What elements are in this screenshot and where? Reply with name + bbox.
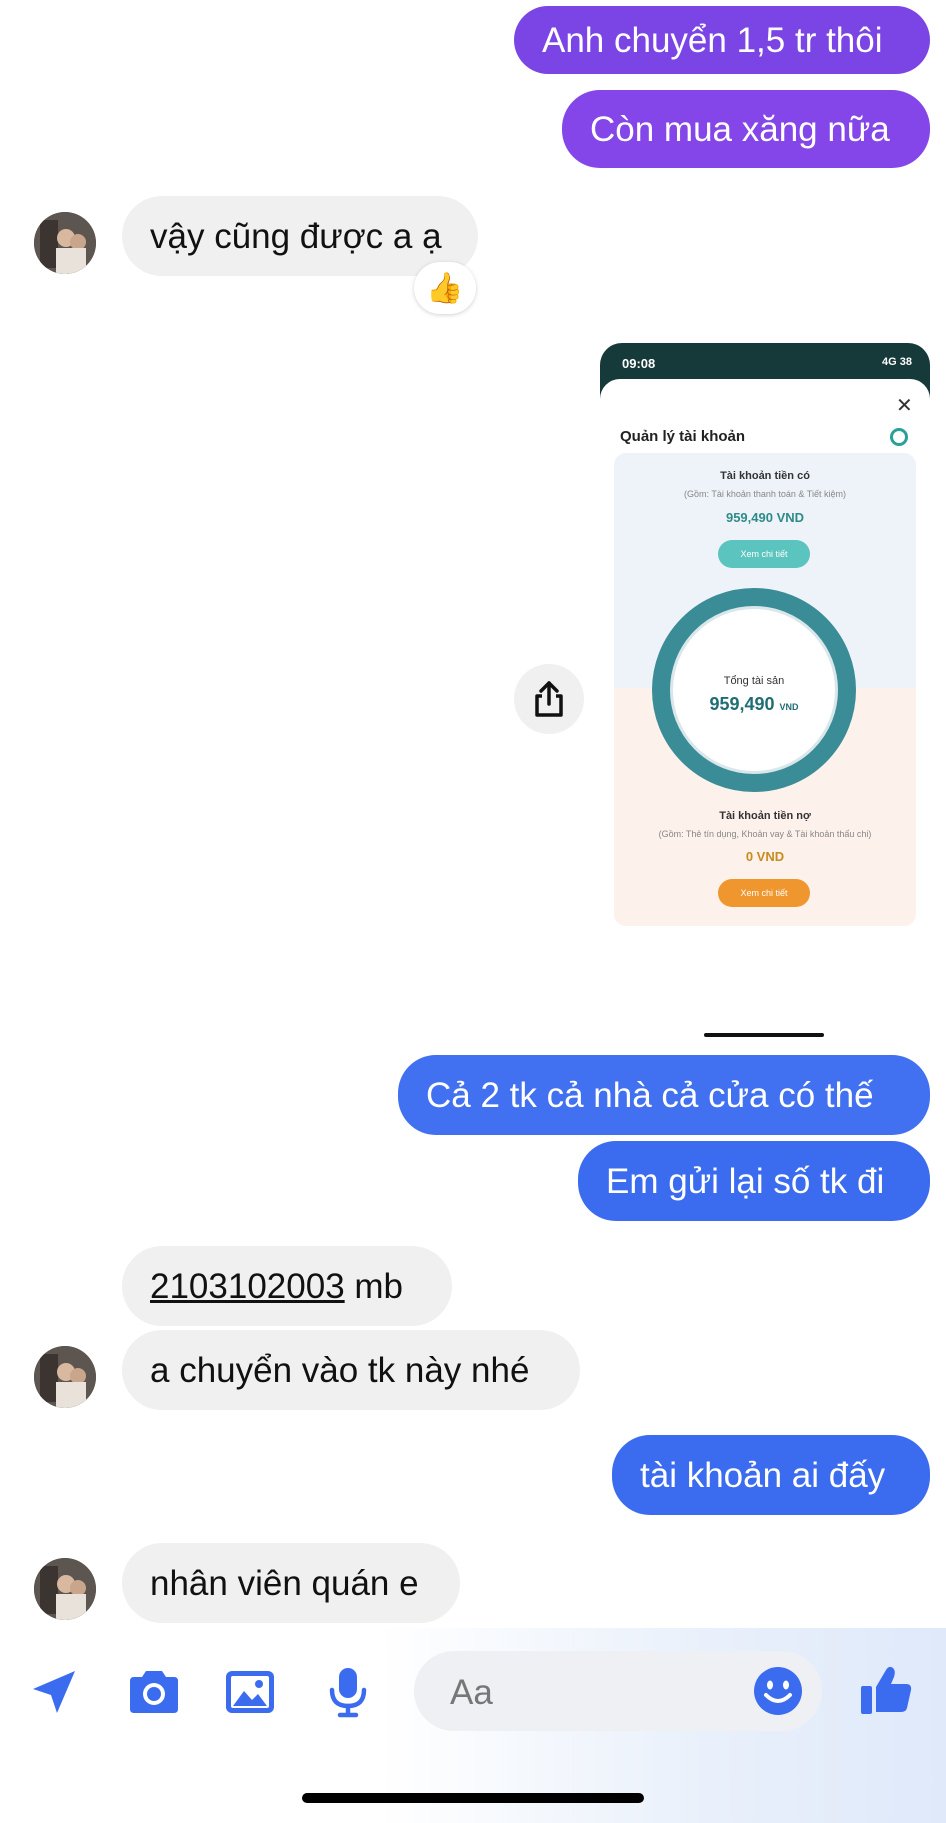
total-unit: VND — [779, 702, 799, 712]
debt-value: 0 VND — [745, 849, 785, 864]
message-bubble[interactable]: vậy cũng được a ạ — [122, 196, 478, 276]
contact-avatar[interactable] — [34, 1346, 96, 1408]
message-input[interactable]: Aa — [414, 1651, 822, 1731]
status-time: 09:08 — [622, 356, 656, 371]
debt-heading: Tài khoản tiền nợ — [719, 810, 811, 822]
total-label: Tổng tài sản — [723, 675, 785, 687]
thumbs-up-icon: 👍 — [426, 271, 464, 305]
shared-banking-screenshot[interactable]: 09:08 4G 38 ✕ Quản lý tài khoản Tài khoả… — [600, 343, 930, 1043]
asset-note: (Gồm: Tài khoản thanh toán & Tiết kiệm) — [684, 489, 846, 499]
camera-button[interactable] — [126, 1664, 182, 1720]
microphone-icon — [329, 1668, 367, 1718]
emoji-button[interactable] — [752, 1665, 804, 1717]
image-icon — [226, 1671, 274, 1713]
asset-value: 959,490 VND — [725, 510, 805, 525]
message-bubble[interactable]: Còn mua xăng nữa — [562, 90, 930, 168]
refresh-icon — [890, 428, 908, 446]
sheet-title: Quản lý tài khoản — [620, 428, 746, 445]
debt-detail-button: Xem chi tiết — [718, 879, 810, 907]
message-text: Cả 2 tk cả nhà cả cửa có thế — [426, 1075, 874, 1115]
gallery-button[interactable] — [222, 1664, 278, 1720]
location-icon — [33, 1671, 75, 1713]
status-signal: 4G 38 — [882, 356, 912, 368]
message-bubble[interactable]: Anh chuyển 1,5 tr thôi — [514, 6, 930, 74]
share-button[interactable] — [514, 664, 584, 734]
message-bubble[interactable]: 2103102003 mb — [122, 1246, 452, 1326]
debt-note: (Gồm: Thẻ tín dụng, Khoản vay & Tài khoả… — [658, 829, 872, 839]
total-assets-ring: Tổng tài sản 959,490 VND — [652, 588, 856, 792]
message-bubble[interactable]: a chuyển vào tk này nhé — [122, 1330, 580, 1410]
total-value: 959,490 VND — [670, 694, 838, 715]
message-text: tài khoản ai đấy — [640, 1455, 886, 1495]
voice-button[interactable] — [320, 1664, 376, 1720]
camera-icon — [130, 1671, 178, 1713]
asset-detail-button: Xem chi tiết — [718, 540, 810, 568]
like-button[interactable] — [856, 1660, 916, 1720]
thumbs-up-reaction[interactable]: 👍 — [414, 262, 476, 314]
close-icon: ✕ — [896, 395, 913, 417]
total-amount: 959,490 — [709, 694, 775, 714]
home-indicator — [302, 1793, 644, 1803]
thumbs-up-icon — [861, 1666, 912, 1714]
message-text: vậy cũng được a ạ — [150, 216, 442, 256]
message-text: a chuyển vào tk này nhé — [150, 1350, 530, 1390]
emoji-icon — [754, 1667, 802, 1715]
account-number-link[interactable]: 2103102003 — [150, 1269, 345, 1304]
contact-avatar[interactable] — [34, 1558, 96, 1620]
contact-avatar[interactable] — [34, 212, 96, 274]
message-text: Anh chuyển 1,5 tr thôi — [542, 20, 883, 60]
message-text: Em gửi lại số tk đi — [606, 1161, 885, 1201]
message-bubble[interactable]: Em gửi lại số tk đi — [578, 1141, 930, 1221]
message-text: Còn mua xăng nữa — [590, 109, 890, 149]
message-text: nhân viên quán e — [150, 1563, 419, 1603]
message-bubble[interactable]: tài khoản ai đấy — [612, 1435, 930, 1515]
asset-heading: Tài khoản tiền có — [720, 470, 810, 482]
location-button[interactable] — [26, 1664, 82, 1720]
message-text: mb — [344, 1266, 404, 1306]
message-bubble[interactable]: nhân viên quán e — [122, 1543, 460, 1623]
home-indicator — [704, 1033, 824, 1037]
message-bubble[interactable]: Cả 2 tk cả nhà cả cửa có thế — [398, 1055, 930, 1135]
message-input-placeholder: Aa — [450, 1673, 493, 1712]
share-icon — [535, 681, 563, 717]
